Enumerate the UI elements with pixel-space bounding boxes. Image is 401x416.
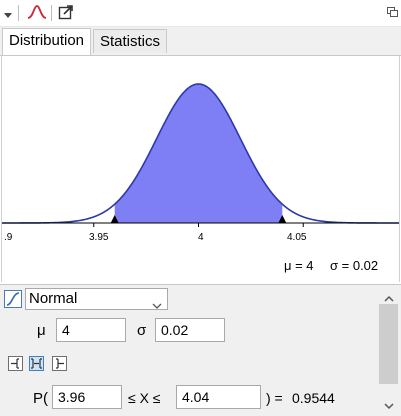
distribution-select-value: Normal bbox=[29, 290, 78, 307]
x-tick-label: 4.05 bbox=[287, 232, 307, 243]
probability-result: 0.9544 bbox=[292, 390, 335, 406]
chevron-down-icon bbox=[152, 296, 162, 316]
upper-bound-input[interactable] bbox=[176, 385, 261, 409]
right-sided-icon[interactable] bbox=[52, 356, 67, 371]
control-panel: Normal μ σ P( ≤ X ≤ ) = 0.9544 bbox=[0, 284, 401, 416]
scrollbar-thumb[interactable] bbox=[379, 304, 398, 384]
sd-readout: σ = 0.02 bbox=[330, 258, 379, 273]
distribution-select[interactable]: Normal bbox=[25, 288, 168, 310]
distribution-graph[interactable] bbox=[1, 56, 400, 282]
tab-bar: Distribution Statistics bbox=[0, 27, 401, 56]
left-sided-icon[interactable] bbox=[8, 356, 23, 371]
sigma-label: σ bbox=[137, 322, 147, 339]
mean-readout: μ = 4 bbox=[284, 258, 314, 273]
distribution-type-icon[interactable] bbox=[4, 290, 22, 313]
x-tick-label: .9 bbox=[4, 232, 13, 243]
scroll-down-icon[interactable] bbox=[384, 397, 394, 415]
mu-label: μ bbox=[37, 322, 46, 339]
undock-icon[interactable] bbox=[387, 4, 398, 22]
toolbar-separator bbox=[51, 5, 52, 21]
export-icon[interactable] bbox=[58, 4, 74, 25]
two-sided-icon[interactable] bbox=[29, 356, 44, 371]
x-tick-label: 3.95 bbox=[89, 232, 109, 243]
tab-distribution[interactable]: Distribution bbox=[2, 28, 92, 55]
lower-bound-input[interactable] bbox=[52, 385, 122, 409]
inequality-text: ≤ X ≤ bbox=[128, 390, 161, 406]
distribution-curve-icon[interactable] bbox=[27, 4, 47, 25]
x-tick-label: 4 bbox=[198, 232, 204, 243]
equals-text: ) = bbox=[266, 390, 283, 406]
tab-statistics[interactable]: Statistics bbox=[93, 29, 168, 53]
sigma-input[interactable] bbox=[155, 318, 225, 342]
mu-input[interactable] bbox=[56, 318, 126, 342]
toolbar bbox=[0, 0, 401, 27]
menu-arrow-icon[interactable] bbox=[3, 7, 13, 25]
probability-prefix: P( bbox=[33, 390, 48, 407]
toolbar-separator bbox=[18, 5, 19, 21]
probability-area bbox=[114, 84, 283, 223]
